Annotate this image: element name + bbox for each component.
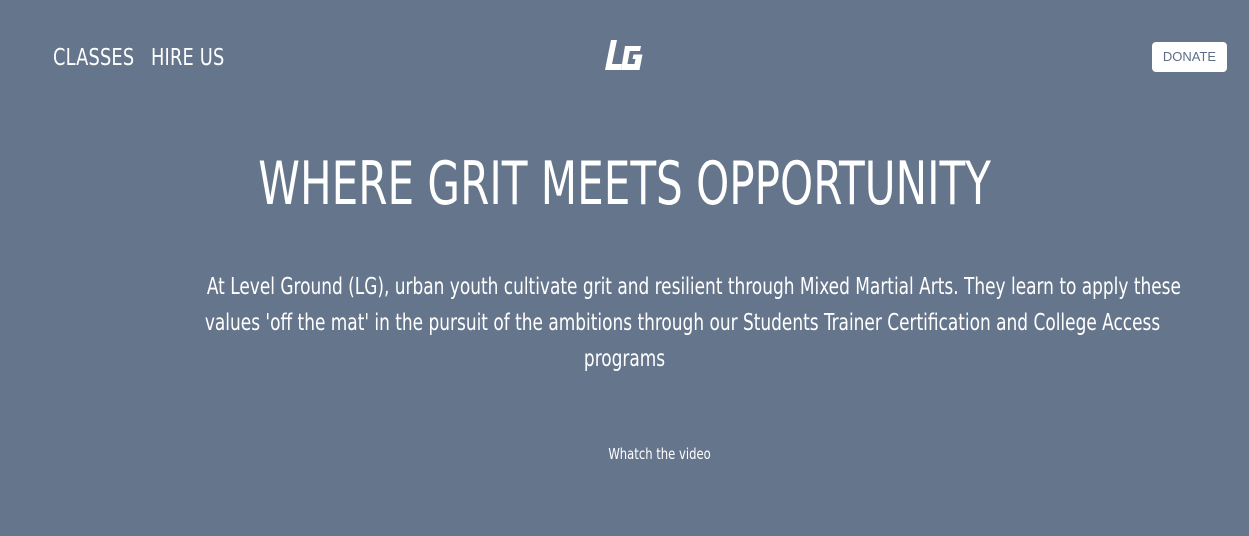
hero-description-line: values 'off the mat' in the pursuit of t… [204, 310, 1161, 336]
nav-link-classes[interactable]: CLASSES [53, 43, 134, 73]
watch-video-link[interactable]: Whatch the video [560, 443, 760, 465]
lg-logo-svg [605, 40, 643, 70]
hero-headline-text: WHERE GRIT MEETS OPPORTUNITY [258, 149, 991, 219]
watch-video-label: Whatch the video [608, 445, 712, 463]
hero-description-line: programs [583, 346, 666, 372]
donate-button[interactable]: DONATE [1152, 42, 1227, 72]
hero-description-line: At Level Ground (LG), urban youth cultiv… [206, 274, 1181, 300]
hero-headline: WHERE GRIT MEETS OPPORTUNITY [0, 148, 1249, 220]
hero-description: At Level Ground (LG), urban youth cultiv… [100, 269, 1181, 377]
nav-link-hire-us[interactable]: HIRE US [151, 43, 224, 73]
lg-logo-icon[interactable] [605, 37, 643, 77]
